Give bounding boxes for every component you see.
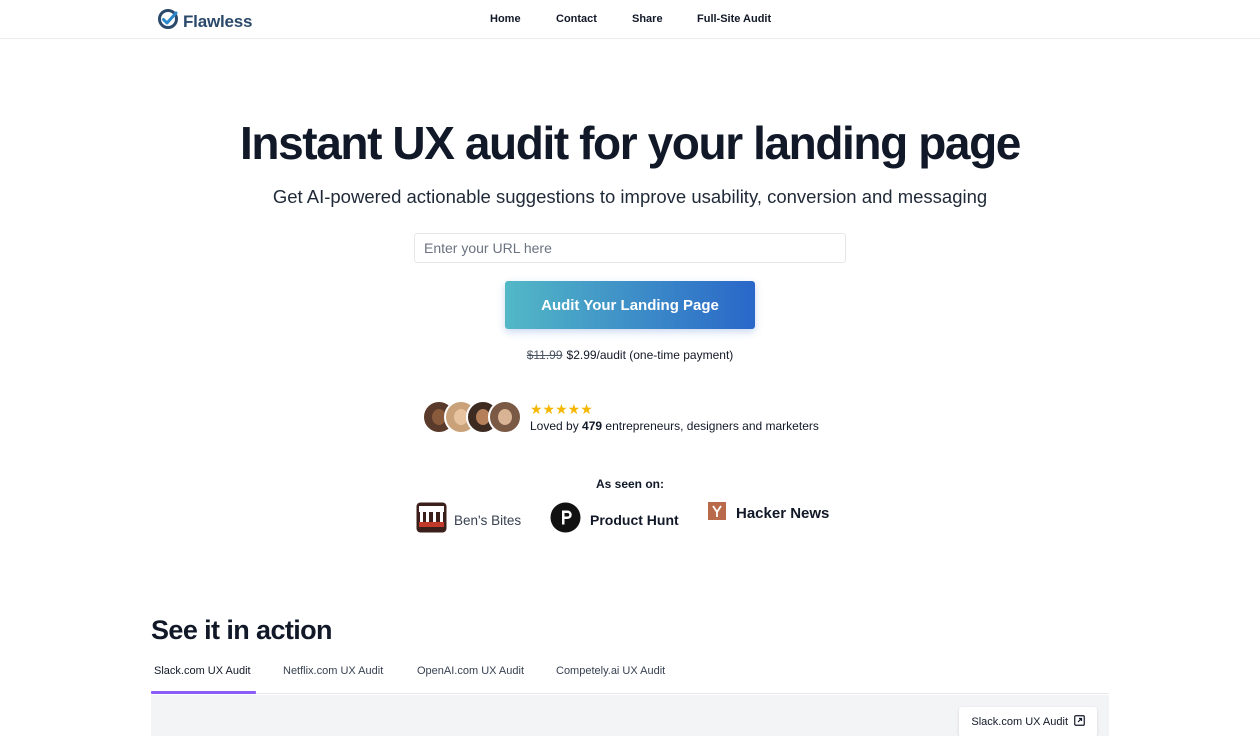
hero-subtitle: Get AI-powered actionable suggestions to… <box>272 186 988 207</box>
loved-by-text: Loved by 479 entrepreneurs, designers an… <box>530 419 819 433</box>
tab-openai-audit[interactable]: OpenAI.com UX Audit <box>417 665 524 677</box>
loved-suffix: entrepreneurs, designers and marketers <box>602 419 819 433</box>
price-line: $11.99 $2.99/audit (one-time payment) <box>0 348 1260 362</box>
tab-competely-audit[interactable]: Competely.ai UX Audit <box>556 665 665 677</box>
product-hunt-name: Product Hunt <box>590 512 679 528</box>
top-nav: Flawless Home Contact Share Full-Site Au… <box>0 0 1260 39</box>
social-proof: ★★★★★ Loved by 479 entrepreneurs, design… <box>422 400 819 434</box>
brand-hacker-news[interactable]: Hacker News <box>708 502 829 525</box>
avatar-group <box>422 400 522 434</box>
preview-open-link[interactable]: Slack.com UX Audit <box>959 707 1097 736</box>
tab-netflix-audit[interactable]: Netflix.com UX Audit <box>283 665 383 677</box>
brand-product-hunt[interactable]: Product Hunt <box>550 502 679 538</box>
nav-link-full-site-audit[interactable]: Full-Site Audit <box>697 13 771 25</box>
tab-slack-audit[interactable]: Slack.com UX Audit <box>154 665 251 677</box>
social-proof-text: ★★★★★ Loved by 479 entrepreneurs, design… <box>530 401 819 433</box>
nav-link-contact[interactable]: Contact <box>556 13 597 25</box>
preview-chip-label: Slack.com UX Audit <box>971 716 1068 728</box>
hacker-news-logo-icon <box>708 502 726 525</box>
bens-bites-logo-icon <box>416 502 447 538</box>
logo-check-icon <box>157 8 179 35</box>
price-old: $11.99 <box>526 348 563 362</box>
product-hunt-logo-icon <box>550 502 581 538</box>
nav-link-share[interactable]: Share <box>632 13 663 25</box>
bens-bites-name: Ben's Bites <box>454 512 522 528</box>
as-seen-on-label: As seen on: <box>595 477 664 491</box>
loved-count: 479 <box>582 419 603 433</box>
avatar <box>488 400 522 434</box>
price-new: $2.99/audit (one-time payment) <box>566 348 734 362</box>
section-title: See it in action <box>151 615 333 645</box>
rating-stars: ★★★★★ <box>530 401 593 417</box>
nav-link-home[interactable]: Home <box>490 13 521 25</box>
brand-bens-bites[interactable]: Ben's Bites <box>416 502 521 538</box>
url-input[interactable] <box>414 233 846 263</box>
logo-text: Flawless <box>183 11 253 31</box>
hero-title: Instant UX audit for your landing page <box>240 117 1021 169</box>
audit-landing-page-button[interactable]: Audit Your Landing Page <box>505 281 755 329</box>
logo[interactable]: Flawless <box>157 8 252 35</box>
loved-prefix: Loved by <box>530 419 583 433</box>
external-link-icon <box>1074 715 1085 729</box>
hacker-news-name: Hacker News <box>736 505 830 522</box>
active-tab-underline <box>151 691 256 694</box>
audit-preview: Slack.com UX Audit <box>151 695 1109 736</box>
audit-tabs: Slack.com UX Audit Netflix.com UX Audit … <box>151 658 1109 694</box>
